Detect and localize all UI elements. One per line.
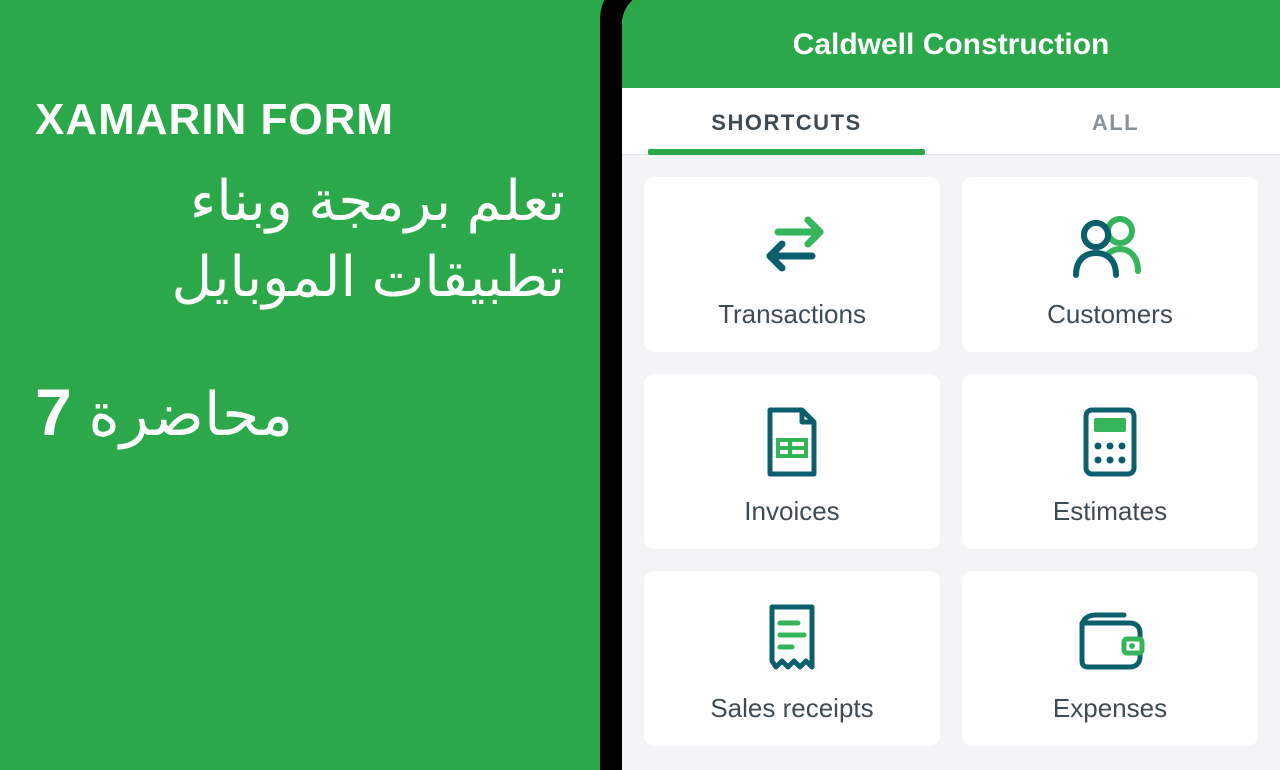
tile-invoices[interactable]: Invoices	[644, 374, 940, 549]
heading-arabic: تعلم برمجة وبناء تطبيقات الموبايل	[35, 163, 565, 314]
expenses-icon	[1070, 599, 1150, 679]
promo-text-panel: XAMARIN FORM تعلم برمجة وبناء تطبيقات ال…	[35, 95, 565, 450]
estimates-icon	[1078, 402, 1142, 482]
tab-bar: SHORTCUTS ALL	[622, 88, 1280, 155]
tile-label: Invoices	[744, 496, 839, 527]
tile-label: Transactions	[718, 299, 866, 330]
tile-label: Customers	[1047, 299, 1173, 330]
shortcut-grid: Transactions Customers	[622, 155, 1280, 770]
phone-screen: Caldwell Construction SHORTCUTS ALL Tran…	[622, 0, 1280, 770]
invoices-icon	[760, 402, 824, 482]
tile-label: Expenses	[1053, 693, 1167, 724]
phone-frame: Caldwell Construction SHORTCUTS ALL Tran…	[600, 0, 1280, 770]
customers-icon	[1066, 205, 1154, 285]
heading-english: XAMARIN FORM	[35, 95, 565, 145]
sales-receipts-icon	[760, 599, 824, 679]
tile-estimates[interactable]: Estimates	[962, 374, 1258, 549]
tab-all[interactable]: ALL	[951, 88, 1280, 154]
tile-label: Estimates	[1053, 496, 1167, 527]
tile-customers[interactable]: Customers	[962, 177, 1258, 352]
tile-label: Sales receipts	[710, 693, 873, 724]
lecture-number-label: 7 محاضرة	[35, 374, 565, 450]
transactions-icon	[752, 205, 832, 285]
tab-shortcuts[interactable]: SHORTCUTS	[622, 88, 951, 154]
tile-transactions[interactable]: Transactions	[644, 177, 940, 352]
app-title: Caldwell Construction	[622, 0, 1280, 88]
